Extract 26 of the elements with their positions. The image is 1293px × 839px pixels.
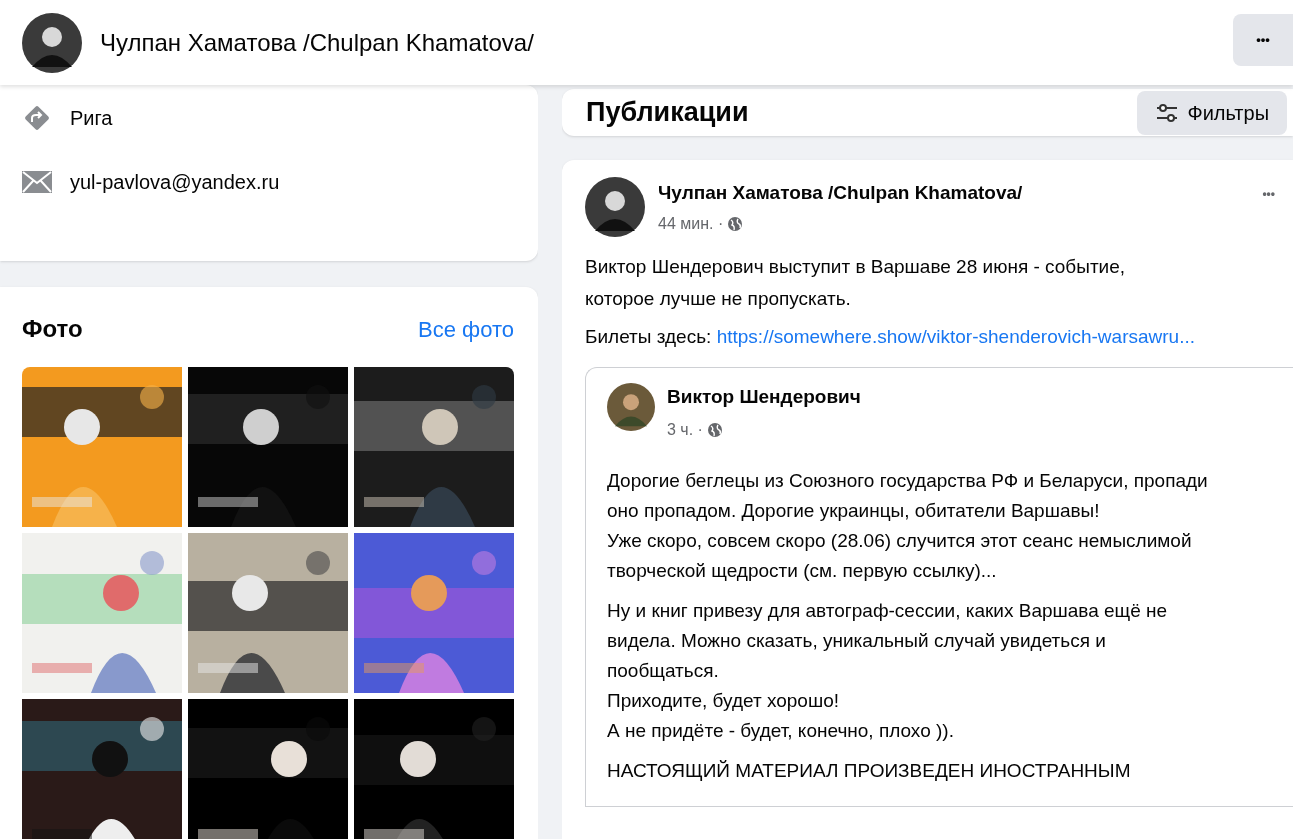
globe-icon — [727, 215, 744, 232]
envelope-icon — [22, 171, 52, 193]
ticket-link[interactable]: https://somewhere.show/viktor-shenderovich-warsawru... — [716, 326, 1195, 347]
email-text: yul-pavlova@yandex.ru — [70, 170, 280, 195]
more-button[interactable]: ••• — [1262, 185, 1275, 203]
post-time[interactable]: 3 ч. · — [667, 417, 703, 442]
filter-icon — [1155, 102, 1180, 123]
avatar-image — [585, 177, 645, 237]
post-time[interactable]: 44 мин. · — [658, 211, 724, 236]
author-name[interactable]: Чулпан Хаматова /Chulpan Khamatova/ — [658, 179, 1023, 208]
location-text: Рига — [70, 106, 113, 131]
post-text: Дорогие беглецы из Союзного государства РФ и Беларуси, пропади оно пропадом. Дорогие украинцы, обитатели Варшавы! Уже скоро, совсем скоро (28.06) случится этот сеанс немыслимой творческой щедрости (см. первую ссылку)... — [607, 468, 1209, 583]
post-text: Ну и книг привезу для автограф-сессии, каких Варшава ещё не видела. Можно сказать, уникальный случай увидеться и пообщаться. Приходите, будет хорошо! А не придёте - будет, конечно, плохо )). — [607, 598, 1169, 743]
section-title: Публикации — [586, 96, 749, 130]
globe-icon — [706, 421, 723, 438]
page-title: Чулпан Хаматова /Chulpan Khamatova/ — [100, 27, 534, 58]
avatar-image — [607, 383, 655, 431]
post-text: Виктор Шендерович выступит в Варшаве 28 июня - событие, которое лучше не пропускать. — [585, 255, 1127, 311]
author-name[interactable]: Виктор Шендерович — [667, 383, 861, 412]
section-title: Фото — [22, 314, 83, 344]
all-photos-link[interactable]: Все фото — [418, 312, 514, 346]
avatar-image — [22, 12, 82, 73]
link-label: Билеты здесь: — [585, 326, 713, 347]
post-text: НАСТОЯЩИЙ МАТЕРИАЛ ПРОИЗВЕДЕН ИНОСТРАННЫМ — [607, 758, 1132, 783]
more-button[interactable]: ••• — [1233, 14, 1293, 66]
filters-button[interactable]: Фильтры — [1137, 90, 1287, 135]
